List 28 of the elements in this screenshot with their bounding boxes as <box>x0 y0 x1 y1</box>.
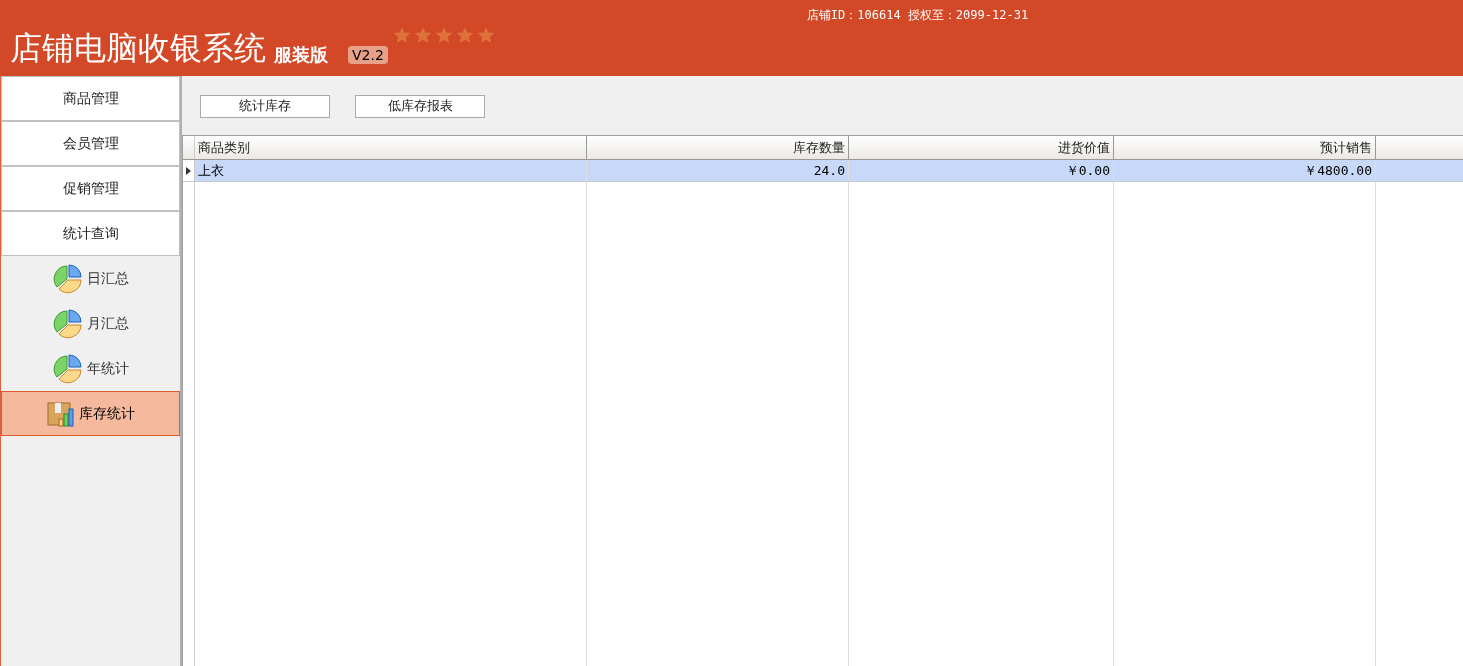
column-header[interactable]: 预计销售 <box>1114 136 1376 159</box>
column-header[interactable]: 进货价值 <box>849 136 1114 159</box>
edition-label: 服装版 <box>274 46 328 64</box>
box-chart-icon <box>46 399 75 428</box>
pie-chart-icon <box>52 263 83 294</box>
toolbar-button[interactable]: 统计库存 <box>200 94 330 118</box>
menu-item[interactable]: 促销管理 <box>1 166 180 211</box>
app-title: 店铺电脑收银系统 <box>10 32 266 64</box>
submenu-item[interactable]: 月汇总 <box>1 301 180 346</box>
pie-chart-icon <box>52 353 83 384</box>
table-cell: 上衣 <box>195 160 587 181</box>
column-header[interactable]: 库存数量 <box>587 136 849 159</box>
shop-info: 店铺ID：106614 授权至：2099-12-31 <box>806 7 1029 24</box>
submenu-item[interactable]: 库存统计 <box>1 391 180 436</box>
version-label: V2.2 <box>348 46 388 64</box>
menu-item[interactable]: 统计查询 <box>1 211 180 256</box>
table-cell: 24.0 <box>587 160 849 181</box>
toolbar-button[interactable]: 低库存报表 <box>355 94 485 118</box>
pie-chart-icon <box>52 308 83 339</box>
submenu-item[interactable]: 日汇总 <box>1 256 180 301</box>
table-row[interactable]: 上衣 24.0 ￥0.00 ￥4800.00 <box>183 160 1463 182</box>
submenu-item[interactable]: 年统计 <box>1 346 180 391</box>
column-header[interactable]: 商品类别 <box>195 136 587 159</box>
table-cell: ￥0.00 <box>849 160 1114 181</box>
row-pointer-icon <box>186 166 191 175</box>
table-cell: ￥4800.00 <box>1114 160 1376 181</box>
menu-item[interactable]: 会员管理 <box>1 121 180 166</box>
menu-item[interactable]: 商品管理 <box>1 76 180 121</box>
